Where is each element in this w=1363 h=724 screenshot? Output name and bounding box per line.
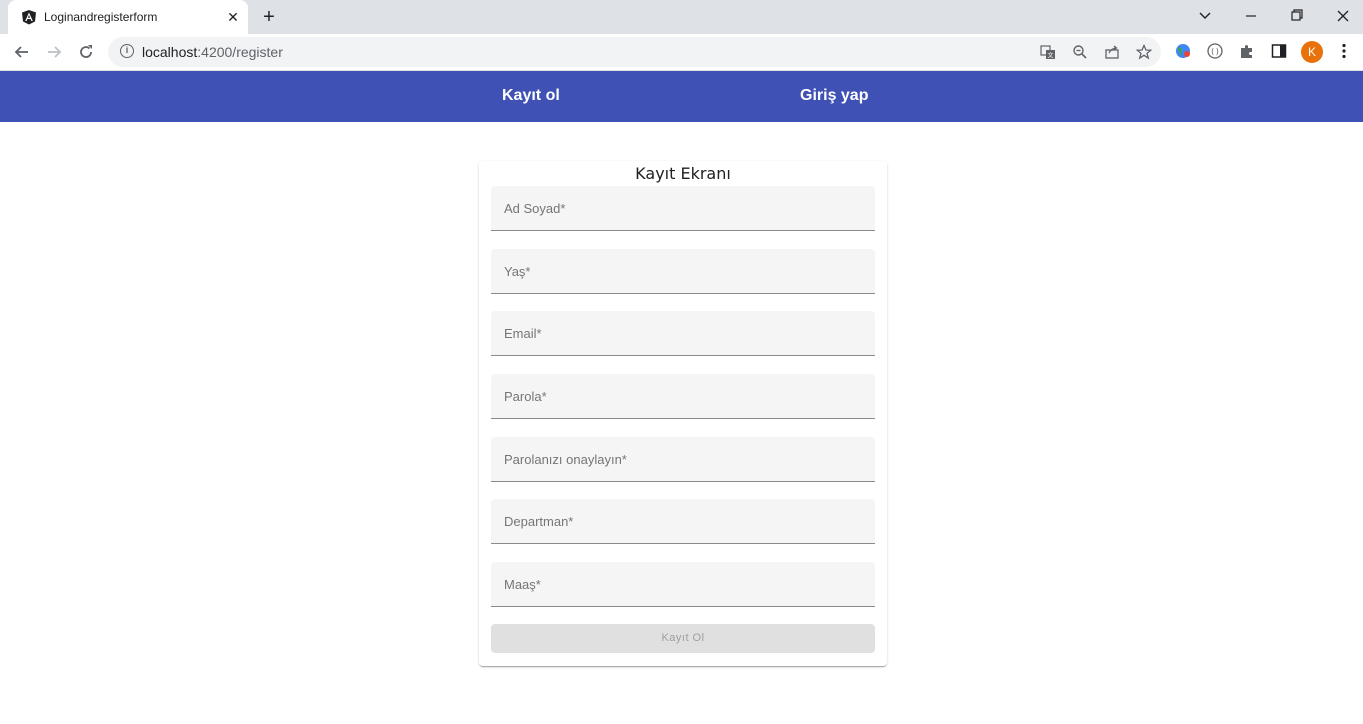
side-panel-icon[interactable] — [1270, 42, 1288, 60]
star-icon[interactable] — [1136, 44, 1152, 60]
avatar[interactable]: K — [1301, 41, 1323, 63]
form-title: Kayıt Ekranı — [635, 164, 731, 183]
extension-braces-icon[interactable]: () — [1206, 42, 1224, 60]
salary-field[interactable]: Maaş* — [491, 562, 875, 607]
age-field[interactable]: Yaş* — [491, 249, 875, 294]
kebab-menu-icon[interactable] — [1335, 42, 1353, 60]
svg-text:文: 文 — [1047, 52, 1053, 60]
field-label: Email* — [504, 326, 542, 341]
share-icon[interactable] — [1104, 44, 1120, 60]
minimize-icon[interactable] — [1240, 6, 1262, 26]
forward-arrow-icon[interactable] — [44, 42, 64, 62]
browser-toolbar: i localhost:4200/register 文 () K — [0, 34, 1363, 71]
field-label: Parola* — [504, 389, 547, 404]
nav-register-link[interactable]: Kayıt ol — [502, 87, 560, 105]
extension-globe-icon[interactable] — [1174, 42, 1192, 60]
window-close-icon[interactable] — [1332, 6, 1354, 26]
app-navbar: Kayıt ol Giriş yap — [0, 71, 1363, 122]
tab-search-chevron-icon[interactable] — [1194, 6, 1216, 26]
translate-icon[interactable]: 文 — [1040, 44, 1056, 60]
register-card: Kayıt Ekranı Ad Soyad* Yaş* Email* Parol… — [479, 161, 887, 666]
field-label: Ad Soyad* — [504, 201, 566, 216]
address-bar[interactable]: i localhost:4200/register 文 — [108, 37, 1161, 67]
email-field[interactable]: Email* — [491, 311, 875, 356]
angular-logo-icon — [22, 10, 36, 25]
url-text: localhost:4200/register — [142, 44, 283, 60]
department-field[interactable]: Departman* — [491, 499, 875, 544]
restore-icon[interactable] — [1286, 6, 1308, 26]
field-label: Maaş* — [504, 577, 541, 592]
puzzle-icon[interactable] — [1238, 42, 1256, 60]
tab-title: Loginandregisterform — [44, 10, 158, 24]
close-icon[interactable]: ✕ — [225, 9, 241, 25]
field-label: Parolanızı onaylayın* — [504, 452, 627, 467]
full-name-field[interactable]: Ad Soyad* — [491, 186, 875, 231]
field-label: Yaş* — [504, 264, 531, 279]
register-submit-button[interactable]: Kayıt Ol — [491, 624, 875, 653]
site-info-icon[interactable]: i — [120, 44, 134, 58]
url-path: :4200/register — [197, 44, 283, 60]
browser-tab[interactable]: Loginandregisterform ✕ — [8, 0, 248, 34]
new-tab-button[interactable]: + — [259, 7, 279, 27]
browser-tabstrip: Loginandregisterform ✕ + — [0, 0, 1363, 34]
confirm-password-field[interactable]: Parolanızı onaylayın* — [491, 437, 875, 482]
nav-login-link[interactable]: Giriş yap — [800, 87, 868, 105]
reload-icon[interactable] — [76, 42, 96, 62]
password-field[interactable]: Parola* — [491, 374, 875, 419]
back-arrow-icon[interactable] — [12, 42, 32, 62]
field-label: Departman* — [504, 514, 574, 529]
svg-text:(): () — [1210, 47, 1220, 56]
url-host: localhost — [142, 44, 198, 60]
zoom-out-icon[interactable] — [1072, 44, 1088, 60]
